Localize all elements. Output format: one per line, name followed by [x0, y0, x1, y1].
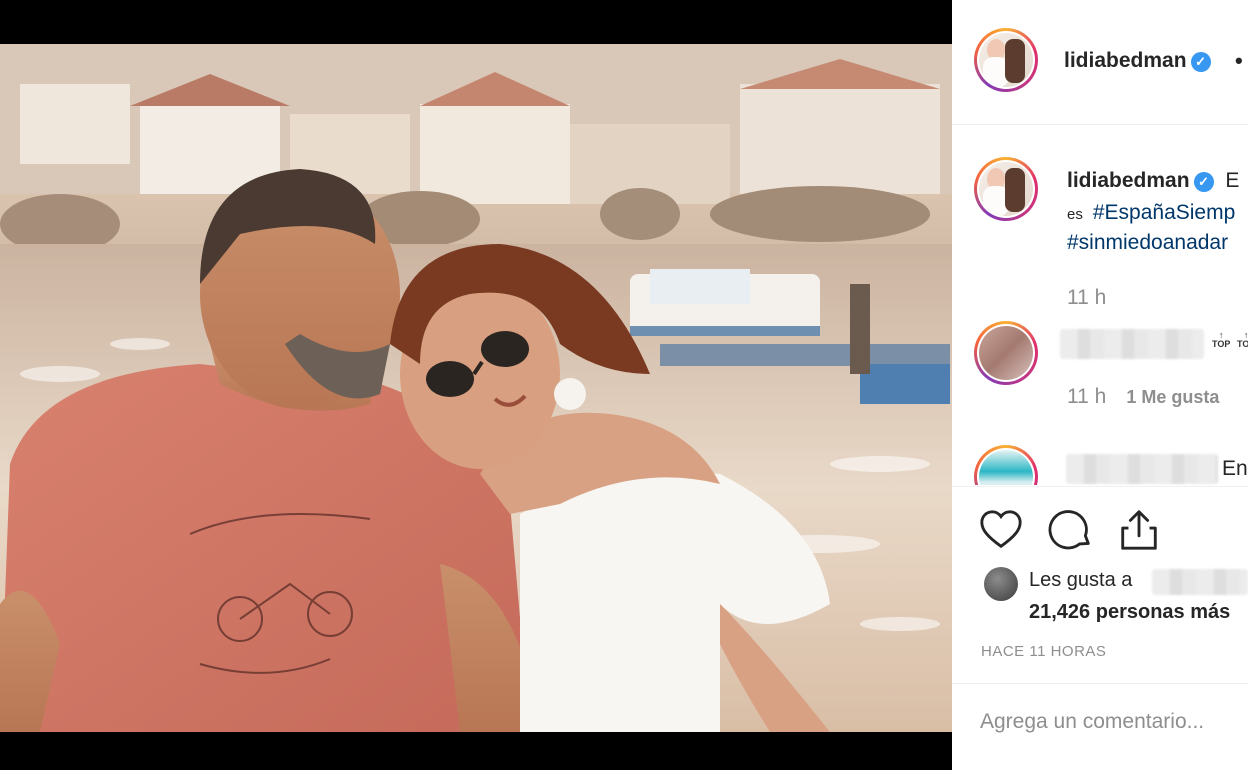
caption-username-row: lidiabedman ✓ E: [1067, 169, 1239, 193]
caption-time[interactable]: 11 h: [1067, 286, 1106, 310]
comment-text: En: [1222, 457, 1248, 480]
author-username-row[interactable]: lidiabedman ✓: [1064, 49, 1211, 73]
top-badge-icon: ↑TOP: [1237, 330, 1248, 349]
author-avatar[interactable]: [974, 28, 1038, 92]
verified-icon: ✓: [1190, 52, 1211, 72]
commenter-avatar[interactable]: [974, 321, 1038, 385]
post-photo[interactable]: [0, 44, 952, 732]
likes-prefix: Les gusta a: [1029, 569, 1133, 591]
comment-time[interactable]: 11 h: [1067, 385, 1106, 408]
post-timestamp[interactable]: HACE 11 HORAS: [981, 643, 1106, 660]
post-actions: Les gusta a 21,426 personas más HACE 11 …: [952, 486, 1248, 770]
comment-box: [952, 683, 1248, 770]
caption-author-avatar[interactable]: [974, 157, 1038, 221]
author-username[interactable]: lidiabedman: [1064, 49, 1187, 72]
share-icon[interactable]: [1116, 507, 1162, 553]
separator-dot: •: [1235, 48, 1243, 73]
comment-likes[interactable]: 1 Me gusta: [1126, 387, 1219, 407]
post-header: lidiabedman ✓ •: [952, 0, 1248, 125]
caption-username[interactable]: lidiabedman: [1067, 169, 1190, 192]
caption-text-start: E: [1225, 169, 1240, 192]
post-sidebar: lidiabedman ✓ • lidiabedman ✓ E es #EspañaS…: [952, 0, 1248, 770]
post-photo-frame: [0, 0, 952, 770]
heart-icon[interactable]: [978, 507, 1024, 553]
verified-icon: ✓: [1193, 172, 1214, 192]
top-badge-icon: ↑TOP: [1212, 330, 1231, 349]
redacted-username: [1066, 454, 1218, 484]
comment-meta: 11 h 1 Me gusta: [1067, 385, 1219, 409]
caption-line-2: es #EspañaSiemp: [1067, 201, 1235, 225]
comment-icon[interactable]: [1048, 507, 1094, 553]
hashtag-link[interactable]: #sinmiedoanadar: [1067, 231, 1228, 254]
comment-input[interactable]: [980, 710, 1240, 734]
redacted-liker: [1152, 569, 1248, 595]
likes-line-1: Les gusta a: [1029, 569, 1132, 592]
likes-count[interactable]: 21,426 personas más: [1029, 601, 1230, 624]
comments-section: lidiabedman ✓ E es #EspañaSiemp #sinmiedoa…: [952, 125, 1248, 485]
redacted-username: [1060, 329, 1204, 359]
commenter-avatar[interactable]: [974, 445, 1038, 485]
hashtag-link[interactable]: #EspañaSiemp: [1093, 201, 1235, 224]
caption-prefix: es: [1067, 206, 1083, 223]
liker-avatar[interactable]: [984, 567, 1018, 601]
caption-line-3: #sinmiedoanadar: [1067, 231, 1228, 255]
